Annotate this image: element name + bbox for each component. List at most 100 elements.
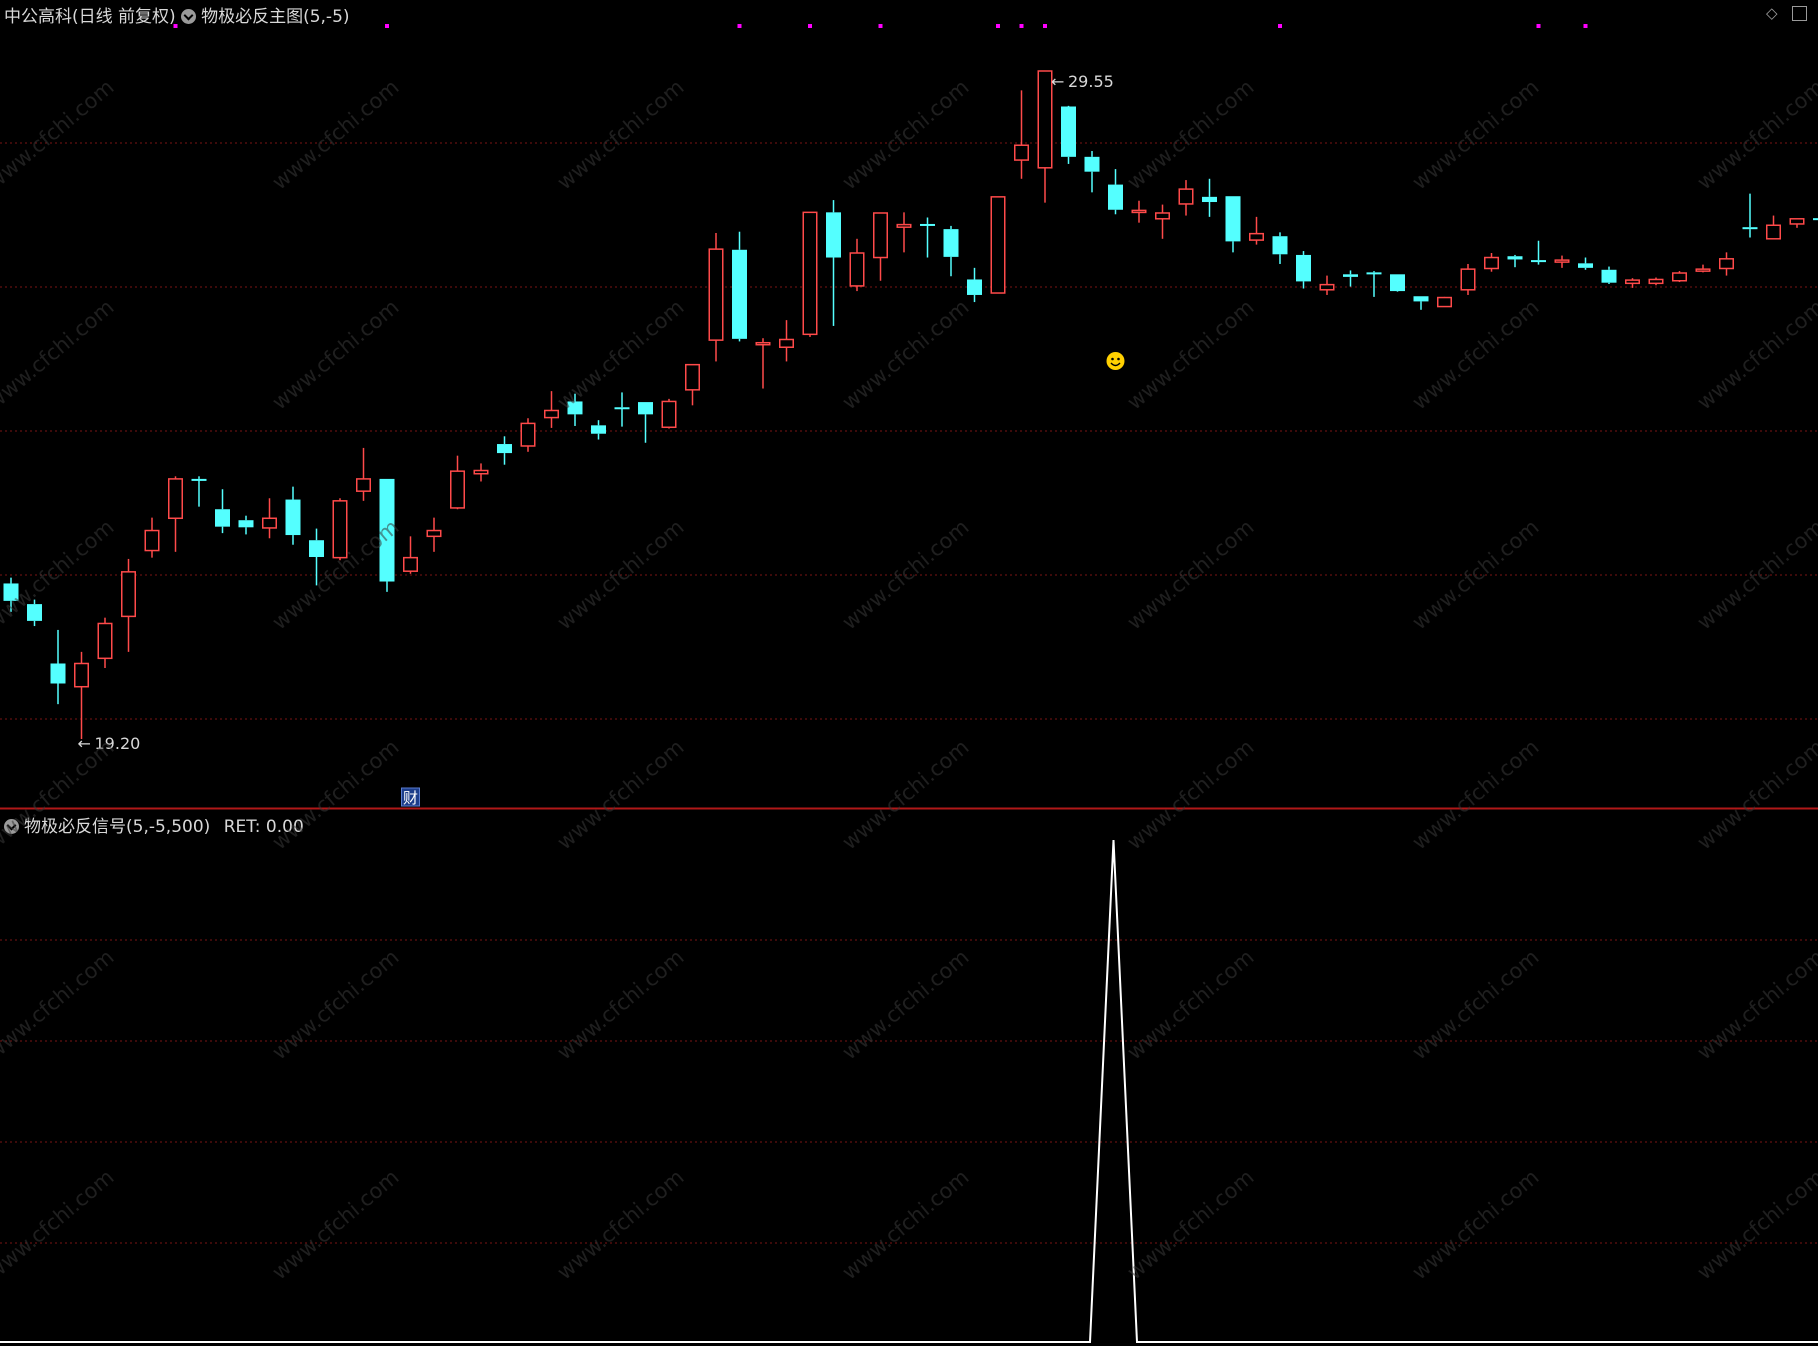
- signal-marker: [737, 24, 742, 28]
- candle-body-up: [1460, 268, 1476, 291]
- candle-body-up: [1789, 218, 1805, 225]
- candle-body-up: [473, 469, 489, 475]
- candle-body-down: [1061, 106, 1076, 157]
- candle: [215, 489, 230, 534]
- candle-body-up: [802, 211, 818, 336]
- candle-body-up: [262, 517, 277, 529]
- candle: [1766, 215, 1781, 240]
- candle: [920, 217, 935, 258]
- candle: [1742, 193, 1758, 238]
- signal-panel[interactable]: [0, 810, 1818, 1346]
- candle-body-down: [1272, 236, 1288, 255]
- candle: [567, 393, 583, 426]
- candle: [1672, 271, 1687, 283]
- candle: [1695, 264, 1711, 273]
- candle-body-down: [1108, 184, 1123, 210]
- signal-marker: [1583, 24, 1588, 28]
- candle-body-up: [661, 400, 677, 429]
- candle: [285, 486, 301, 545]
- dropdown-circle-icon[interactable]: [4, 819, 19, 834]
- signal-marker: [996, 24, 1000, 28]
- candlestick-panel[interactable]: ← 29.55← 19.20财: [0, 0, 1818, 810]
- candle-body-up: [144, 529, 160, 552]
- candle: [1484, 253, 1499, 272]
- candle: [1014, 90, 1029, 179]
- candle: [520, 418, 536, 452]
- candle-body-down: [309, 540, 324, 557]
- candle-body-up: [356, 478, 371, 492]
- candle: [1061, 105, 1076, 164]
- signal-marker: [1536, 24, 1541, 28]
- candle-body-down: [285, 499, 301, 536]
- candle-body-up: [403, 556, 418, 572]
- candle-body-up: [1014, 144, 1029, 161]
- candle-body-up: [896, 223, 912, 228]
- candle-body-up: [755, 341, 771, 346]
- candle: [685, 363, 700, 406]
- candle: [1319, 275, 1335, 295]
- candle: [497, 436, 512, 465]
- candle-body-down: [1531, 260, 1546, 263]
- candle: [1272, 232, 1288, 264]
- candle: [191, 476, 207, 507]
- candle: [708, 232, 724, 362]
- candle-body-down: [1084, 156, 1100, 172]
- candle: [591, 420, 606, 440]
- candle-body-up: [685, 363, 700, 391]
- candle: [943, 225, 959, 277]
- candle-body-down: [1813, 218, 1818, 221]
- signal-marker: [1019, 24, 1024, 28]
- candle: [309, 528, 324, 586]
- candle: [238, 515, 254, 535]
- candle-body-up: [849, 252, 865, 287]
- signal-marker: [808, 24, 812, 28]
- candle-body-up: [1648, 278, 1664, 285]
- candle-body-down: [1296, 254, 1311, 282]
- candle: [873, 212, 888, 281]
- ret-value: RET: 0.00: [223, 817, 304, 837]
- main-indicator-name[interactable]: 物极必反主图(5,-5): [201, 7, 349, 27]
- candle-body-up: [1319, 283, 1335, 291]
- candle: [473, 463, 489, 482]
- candle: [802, 211, 818, 337]
- diamond-icon[interactable]: ◇: [1766, 4, 1778, 22]
- candle-body-down: [379, 478, 395, 582]
- candle-body-down: [732, 249, 747, 339]
- candle-body-down: [1413, 296, 1429, 302]
- candle-body-down: [967, 279, 982, 295]
- candle-body-down: [638, 402, 653, 415]
- candle: [1249, 216, 1264, 245]
- candle-body-down: [27, 604, 42, 621]
- candle-body-down: [1742, 227, 1758, 230]
- candle-body-down: [943, 229, 959, 257]
- candle-body-up: [332, 500, 348, 559]
- signal-line: [0, 839, 1818, 1343]
- candle: [1413, 296, 1429, 310]
- window-icon[interactable]: [1792, 6, 1807, 21]
- candle: [3, 577, 19, 612]
- candle-body-down: [826, 212, 841, 258]
- candle-body-down: [1366, 272, 1382, 275]
- stock-name: 中公高科: [4, 7, 72, 27]
- dropdown-circle-icon[interactable]: [181, 9, 197, 24]
- candle: [1037, 70, 1053, 203]
- candle: [1719, 252, 1734, 276]
- candle-body-up: [1719, 258, 1734, 270]
- high-price-label: 29.55: [1068, 72, 1114, 91]
- low-price-label: 19.20: [95, 734, 141, 753]
- candle: [1507, 254, 1523, 268]
- candle-body-down: [50, 663, 66, 684]
- candle: [1531, 240, 1546, 265]
- candle-body-up: [1625, 279, 1640, 285]
- candle-body-down: [1225, 196, 1241, 242]
- candle-body-up: [1554, 259, 1570, 263]
- candle-body-down: [567, 401, 583, 415]
- candle: [638, 402, 653, 443]
- candle: [1343, 270, 1358, 287]
- arrow-left-icon: ←: [78, 734, 91, 753]
- candle-body-down: [215, 509, 230, 527]
- candle-body-up: [544, 409, 559, 419]
- sub-indicator-name[interactable]: 物极必反信号(5,-5,500): [24, 817, 210, 837]
- candle: [1084, 151, 1100, 193]
- candle-body-up: [990, 196, 1006, 294]
